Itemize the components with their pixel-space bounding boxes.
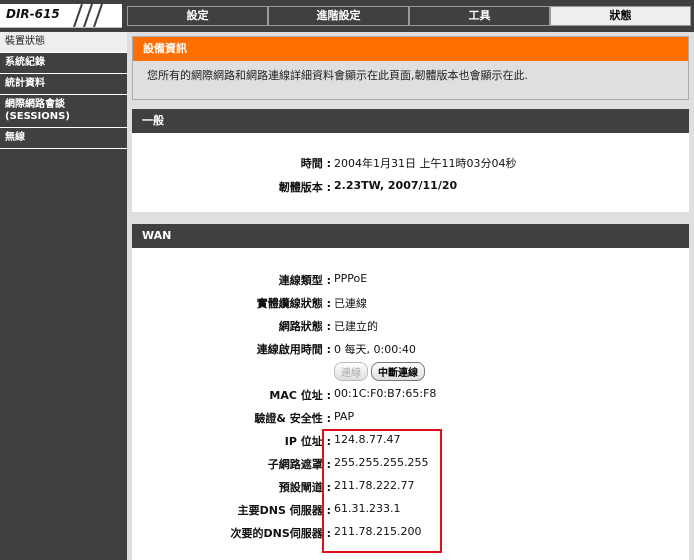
uptime-row: 連線啟用時間 : 0 每天, 0:00:40 bbox=[132, 341, 689, 359]
wan-title: WAN bbox=[132, 224, 689, 248]
tab-tools[interactable]: 工具 bbox=[409, 6, 550, 26]
gateway-row: 預設閘道 : 211.78.222.77 bbox=[132, 479, 689, 497]
mac-label: MAC 位址 : bbox=[269, 389, 331, 402]
subnet-label: 子網路遮罩 : bbox=[267, 458, 331, 471]
tab-setup[interactable]: 設定 bbox=[127, 6, 268, 26]
dns1-label: 主要DNS 伺服器 : bbox=[237, 504, 331, 517]
ip-value: 124.8.77.47 bbox=[334, 433, 401, 446]
connect-button[interactable]: 連線 bbox=[334, 362, 368, 381]
auth-value: PAP bbox=[334, 410, 355, 423]
device-info-section: 設備資訊 您所有的網際網路和網路連線詳細資料會顯示在此頁面,韌體版本也會顯示在此… bbox=[132, 36, 689, 100]
gateway-label: 預設閘道 : bbox=[278, 481, 331, 494]
general-title: 一般 bbox=[132, 109, 689, 133]
main-content: 設備資訊 您所有的網際網路和網路連線詳細資料會顯示在此頁面,韌體版本也會顯示在此… bbox=[127, 32, 694, 560]
time-value: 2004年1月31日 上午11時03分04秒 bbox=[334, 157, 517, 170]
time-label: 時間 : bbox=[300, 157, 331, 170]
wan-section: WAN 連線類型 : PPPoE 實體纜線狀態 : 已連線 網路狀態 : 已建立… bbox=[132, 224, 689, 560]
cable-status-value: 已連線 bbox=[334, 297, 367, 310]
dns1-value: 61.31.233.1 bbox=[334, 502, 401, 515]
general-section: 一般 時間 : 2004年1月31日 上午11時03分04秒 韌體版本 : 2.… bbox=[132, 109, 689, 212]
mac-row: MAC 位址 : 00:1C:F0:B7:65:F8 bbox=[132, 387, 689, 405]
connection-buttons: 連線 中斷連線 bbox=[334, 362, 428, 381]
firmware-value: 2.23TW, 2007/11/20 bbox=[334, 179, 458, 192]
firmware-row: 韌體版本 : 2.23TW, 2007/11/20 bbox=[132, 179, 689, 197]
sidebar: 裝置狀態 系統紀錄 統計資料 網際網路會談 (SESSIONS) 無線 bbox=[0, 32, 127, 560]
uptime-value: 0 每天, 0:00:40 bbox=[334, 343, 416, 356]
brand-stripes-icon bbox=[73, 4, 103, 27]
tab-advanced[interactable]: 進階設定 bbox=[268, 6, 409, 26]
time-row: 時間 : 2004年1月31日 上午11時03分04秒 bbox=[132, 155, 689, 173]
subnet-value: 255.255.255.255 bbox=[334, 456, 429, 469]
top-navigation-bar: DIR-615 設定 進階設定 工具 狀態 bbox=[0, 0, 694, 32]
ip-row: IP 位址 : 124.8.77.47 bbox=[132, 433, 689, 451]
auth-row: 驗證& 安全性 : PAP bbox=[132, 410, 689, 428]
connection-type-label: 連線類型 : bbox=[278, 274, 331, 287]
subnet-row: 子網路遮罩 : 255.255.255.255 bbox=[132, 456, 689, 474]
connection-type-row: 連線類型 : PPPoE bbox=[132, 272, 689, 290]
disconnect-button[interactable]: 中斷連線 bbox=[371, 362, 425, 381]
connection-buttons-row: 連線 中斷連線 bbox=[132, 362, 689, 382]
sidebar-item-sessions[interactable]: 網際網路會談 (SESSIONS) bbox=[0, 95, 127, 128]
sidebar-item-device-info[interactable]: 裝置狀態 bbox=[0, 32, 127, 53]
uptime-label: 連線啟用時間 : bbox=[256, 343, 331, 356]
dns2-value: 211.78.215.200 bbox=[334, 525, 422, 538]
dns2-row: 次要的DNS伺服器 : 211.78.215.200 bbox=[132, 525, 689, 543]
network-status-value: 已建立的 bbox=[334, 320, 378, 333]
connection-type-value: PPPoE bbox=[334, 272, 368, 285]
model-badge: DIR-615 bbox=[0, 4, 122, 28]
dns1-row: 主要DNS 伺服器 : 61.31.233.1 bbox=[132, 502, 689, 520]
device-info-description: 您所有的網際網路和網路連線詳細資料會顯示在此頁面,韌體版本也會顯示在此. bbox=[147, 69, 528, 82]
cable-status-row: 實體纜線狀態 : 已連線 bbox=[132, 295, 689, 313]
network-status-label: 網路狀態 : bbox=[278, 320, 331, 333]
firmware-label: 韌體版本 : bbox=[278, 181, 331, 194]
sidebar-item-wireless[interactable]: 無線 bbox=[0, 128, 127, 149]
network-status-row: 網路狀態 : 已建立的 bbox=[132, 318, 689, 336]
dns2-label: 次要的DNS伺服器 : bbox=[230, 527, 332, 540]
device-info-title: 設備資訊 bbox=[133, 37, 688, 61]
model-name: DIR-615 bbox=[6, 7, 60, 21]
gateway-value: 211.78.222.77 bbox=[334, 479, 415, 492]
mac-value: 00:1C:F0:B7:65:F8 bbox=[334, 387, 437, 400]
ip-label: IP 位址 : bbox=[284, 435, 331, 448]
auth-label: 驗證& 安全性 : bbox=[254, 412, 331, 425]
sidebar-item-log[interactable]: 系統紀錄 bbox=[0, 53, 127, 74]
sidebar-item-statistics[interactable]: 統計資料 bbox=[0, 74, 127, 95]
cable-status-label: 實體纜線狀態 : bbox=[256, 297, 331, 310]
tab-status[interactable]: 狀態 bbox=[550, 6, 691, 26]
